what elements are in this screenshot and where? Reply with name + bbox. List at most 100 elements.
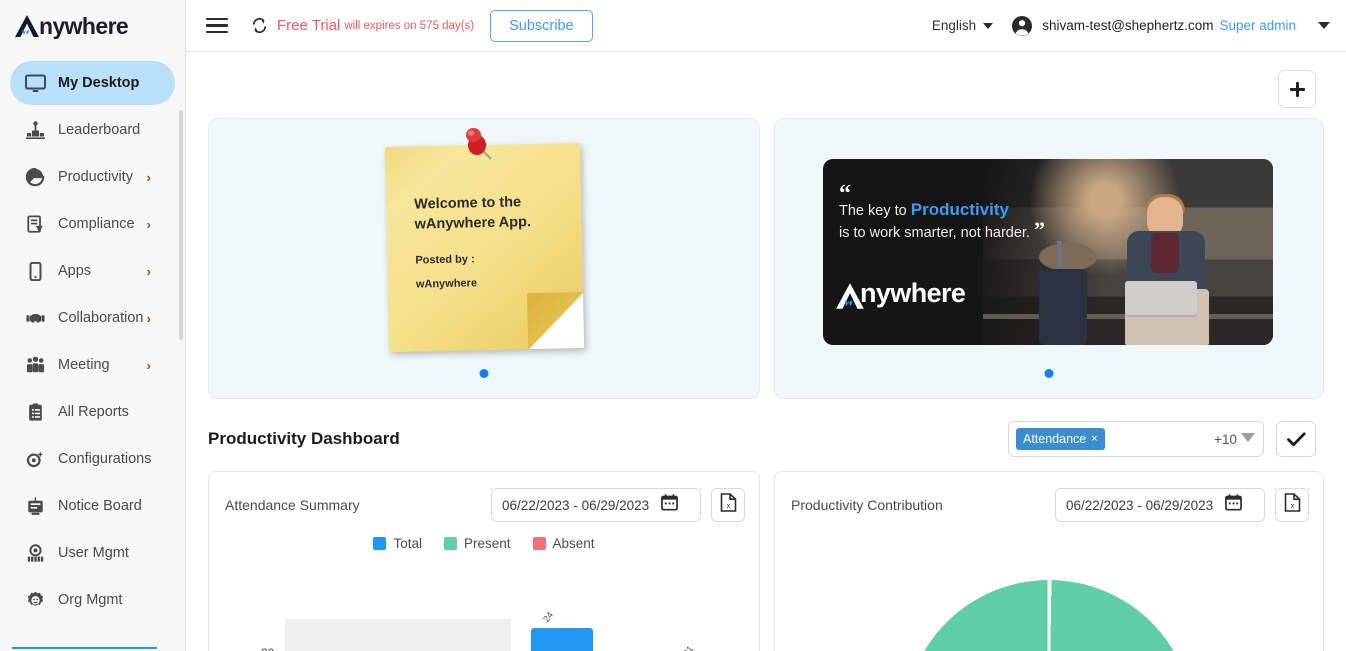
sidebar-item-label: Collaboration xyxy=(58,310,144,326)
account-circle-icon xyxy=(1011,15,1033,37)
banner-logo-text: nywhere xyxy=(860,278,966,308)
pushpin-icon xyxy=(461,125,495,169)
carousel-dot-indicator[interactable] xyxy=(1044,369,1054,378)
sidebar-item-my-desktop[interactable]: My Desktop xyxy=(10,61,175,105)
monitor-icon xyxy=(22,71,48,95)
sidebar-item-compliance[interactable]: Compliance › xyxy=(10,202,175,246)
sticky-note: Welcome to the wAnywhere App. Posted by … xyxy=(384,142,585,353)
subscribe-button[interactable]: Subscribe xyxy=(490,9,593,42)
legend-item-absent[interactable]: Absent xyxy=(532,536,595,551)
y-axis-tick-label: 20 xyxy=(261,646,274,651)
date-range-picker[interactable]: 06/22/2023 - 06/29/2023 xyxy=(491,488,701,522)
sidebar-scrollbar[interactable] xyxy=(179,110,183,340)
quote-open-icon: “ xyxy=(839,181,851,207)
sidebar-item-collaboration[interactable]: Collaboration › xyxy=(10,296,175,340)
panel-header: Attendance Summary 06/22/2023 - 06/29/20… xyxy=(209,472,759,522)
sidebar-item-leaderboard[interactable]: Leaderboard xyxy=(10,108,175,152)
sidebar-item-org-mgmt[interactable]: Org Mgmt xyxy=(10,578,175,622)
calendar-icon[interactable] xyxy=(661,494,679,516)
carousel-dot-indicator[interactable] xyxy=(479,369,489,378)
promo-cards-row: Welcome to the wAnywhere App. Posted by … xyxy=(208,118,1324,399)
bar-value-label: 21 xyxy=(681,643,696,651)
legend-label: Present xyxy=(463,536,511,551)
handshake-icon xyxy=(22,306,48,330)
chart-hover-band xyxy=(285,619,511,651)
chevron-down-icon[interactable] xyxy=(1241,433,1255,442)
sidebar-item-user-mgmt[interactable]: User Mgmt xyxy=(10,531,175,575)
add-widget-button[interactable] xyxy=(1278,70,1316,108)
sidebar-item-label: My Desktop xyxy=(58,75,140,91)
export-xls-button[interactable]: x xyxy=(1275,488,1309,522)
laptop-shape xyxy=(1125,281,1197,315)
sidebar-item-productivity[interactable]: Productivity › xyxy=(10,155,175,199)
compliance-icon xyxy=(22,212,48,236)
logo-mark-icon xyxy=(14,14,40,38)
language-label: English xyxy=(931,18,977,33)
export-xls-icon: x xyxy=(720,493,737,517)
bar-total[interactable]: 24 xyxy=(531,610,593,651)
promo-banner-card[interactable]: “ The key to Productivity is to work sma… xyxy=(774,118,1324,399)
dashboard-controls: Attendance × +10 xyxy=(1008,421,1324,457)
mobile-icon xyxy=(22,259,48,283)
donut-ring[interactable] xyxy=(904,580,1194,651)
date-range-picker[interactable]: 06/22/2023 - 06/29/2023 xyxy=(1055,488,1265,522)
sidebar-item-all-reports[interactable]: All Reports xyxy=(10,390,175,434)
notice-carousel-card[interactable]: Welcome to the wAnywhere App. Posted by … xyxy=(208,118,760,399)
svg-text:x: x xyxy=(726,503,730,510)
add-widget-row xyxy=(208,52,1324,108)
date-range-value: 06/22/2023 - 06/29/2023 xyxy=(1066,497,1214,513)
filter-extra-count: +10 xyxy=(1214,431,1237,447)
page-title: Productivity Dashboard xyxy=(208,429,400,448)
quote-line-1: The key to Productivity xyxy=(839,199,1099,222)
quote-line-1-text: The key to xyxy=(839,203,911,219)
apply-filter-button[interactable] xyxy=(1276,421,1316,457)
productivity-donut-chart xyxy=(775,580,1323,651)
people-icon xyxy=(22,353,48,377)
user-menu-caret-icon[interactable] xyxy=(1318,22,1330,29)
brand-name: nywhere xyxy=(39,12,129,39)
refresh-icon[interactable] xyxy=(250,16,269,35)
sidebar-item-apps[interactable]: Apps › xyxy=(10,249,175,293)
panel-header: Productivity Contribution 06/22/2023 - 0… xyxy=(775,472,1323,522)
close-icon[interactable]: × xyxy=(1091,433,1097,445)
banner-logo: nywhere xyxy=(835,278,966,309)
legend-item-present[interactable]: Present xyxy=(443,536,511,551)
sidebar-item-configurations[interactable]: Configurations xyxy=(10,437,175,481)
panel-title: Attendance Summary xyxy=(225,497,360,513)
legend-label: Absent xyxy=(552,536,595,551)
sidebar-item-meeting[interactable]: Meeting › xyxy=(10,343,175,387)
panel-tools: 06/22/2023 - 06/29/2023 x xyxy=(491,488,745,522)
note-posted-by-label: Posted by : xyxy=(415,253,475,267)
org-mgmt-icon xyxy=(22,588,48,612)
trial-expiry-text: will expires on 575 day(s) xyxy=(344,19,475,32)
trial-label: Free Trial xyxy=(277,17,341,34)
plus-icon xyxy=(1289,81,1305,97)
travel-pillow-shape xyxy=(1039,243,1097,271)
logo-mark-icon xyxy=(835,282,864,309)
chart-legend: Total Present Absent xyxy=(209,536,759,551)
chevron-right-icon: › xyxy=(146,216,151,232)
check-icon xyxy=(1286,431,1306,446)
filter-chip-attendance[interactable]: Attendance × xyxy=(1016,428,1105,450)
legend-swatch xyxy=(532,537,546,550)
panel-tools: 06/22/2023 - 06/29/2023 x xyxy=(1055,488,1309,522)
chevron-down-icon[interactable] xyxy=(983,22,994,29)
sidebar-item-label: Org Mgmt xyxy=(58,592,123,608)
sidebar-item-label: Notice Board xyxy=(58,498,142,514)
widget-filter-select[interactable]: Attendance × +10 xyxy=(1008,421,1264,457)
panel-title: Productivity Contribution xyxy=(791,497,943,513)
export-xls-button[interactable]: x xyxy=(711,488,745,522)
anywhere-logo-icon: nywhere xyxy=(14,12,129,40)
legend-swatch xyxy=(443,537,457,550)
notice-icon xyxy=(22,494,48,518)
sidebar-item-notice-board[interactable]: Notice Board xyxy=(10,484,175,528)
legend-item-total[interactable]: Total xyxy=(373,536,422,551)
sidebar-bottom-divider xyxy=(12,647,157,649)
quote-line-2: is to work smarter, not harder. ” xyxy=(839,219,1099,244)
calendar-icon[interactable] xyxy=(1225,494,1243,516)
brand-header: nywhere xyxy=(0,0,185,52)
sidebar: nywhere My Desktop Leaderboard Productiv… xyxy=(0,0,186,651)
sidebar-item-label: Apps xyxy=(58,263,92,279)
quote-line-2-text: is to work smarter, not harder. xyxy=(839,225,1030,241)
hamburger-icon[interactable] xyxy=(206,17,228,34)
